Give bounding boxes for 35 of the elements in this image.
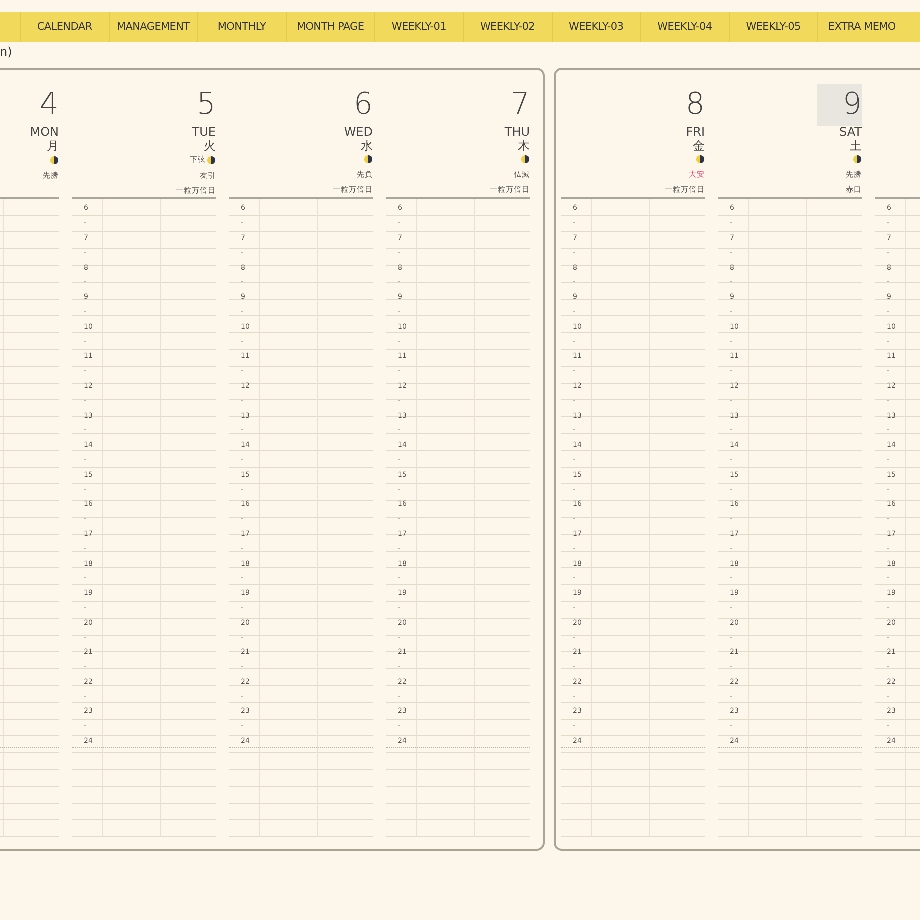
tab[interactable]: WEEKLY-02 (462, 12, 552, 42)
half-moon-icon (364, 155, 373, 164)
half-moon-icon (521, 155, 530, 164)
weekday: FRI (686, 126, 705, 139)
date-number: 7 (510, 86, 530, 124)
half-moon-icon (696, 155, 705, 164)
half-moon-icon (853, 155, 862, 164)
half-moon-icon (207, 156, 216, 164)
tab[interactable]: CALENDAR (20, 12, 109, 42)
weekday-kanji: 火 (204, 139, 216, 153)
date-number: 6 (352, 86, 373, 124)
date-number: 5 (196, 86, 216, 124)
weekday: SAT (840, 126, 862, 139)
weekday-kanji: 金 (693, 139, 705, 153)
weekday: MON (30, 126, 59, 139)
tab[interactable]: WEEKLY-03 (552, 12, 640, 42)
tab[interactable]: WEEKLY-05 (728, 12, 818, 42)
weekday-kanji: 月 (47, 139, 59, 153)
tab[interactable]: EXTRA MEMO (817, 12, 906, 42)
weekday: TUE (192, 126, 216, 139)
page-caption: n) (0, 44, 14, 61)
tab[interactable]: MONTHLY (197, 12, 286, 42)
date-number: 4 (38, 86, 59, 124)
date-number: 8 (684, 86, 705, 124)
date-number: 9 (816, 84, 862, 126)
tab[interactable]: WEEKLY-04 (640, 12, 729, 42)
tab[interactable]: MONTH PAGE (286, 12, 374, 42)
tab[interactable]: WEEKLY-01 (374, 12, 463, 42)
half-moon-icon (50, 156, 59, 164)
weekday-kanji: 水 (361, 139, 373, 153)
weekday: WED (344, 126, 373, 139)
weekday-kanji: 土 (850, 139, 862, 153)
tab[interactable]: MANAGEMENT (108, 12, 198, 42)
weekday-kanji: 木 (518, 139, 530, 153)
weekday: THU (504, 126, 530, 139)
